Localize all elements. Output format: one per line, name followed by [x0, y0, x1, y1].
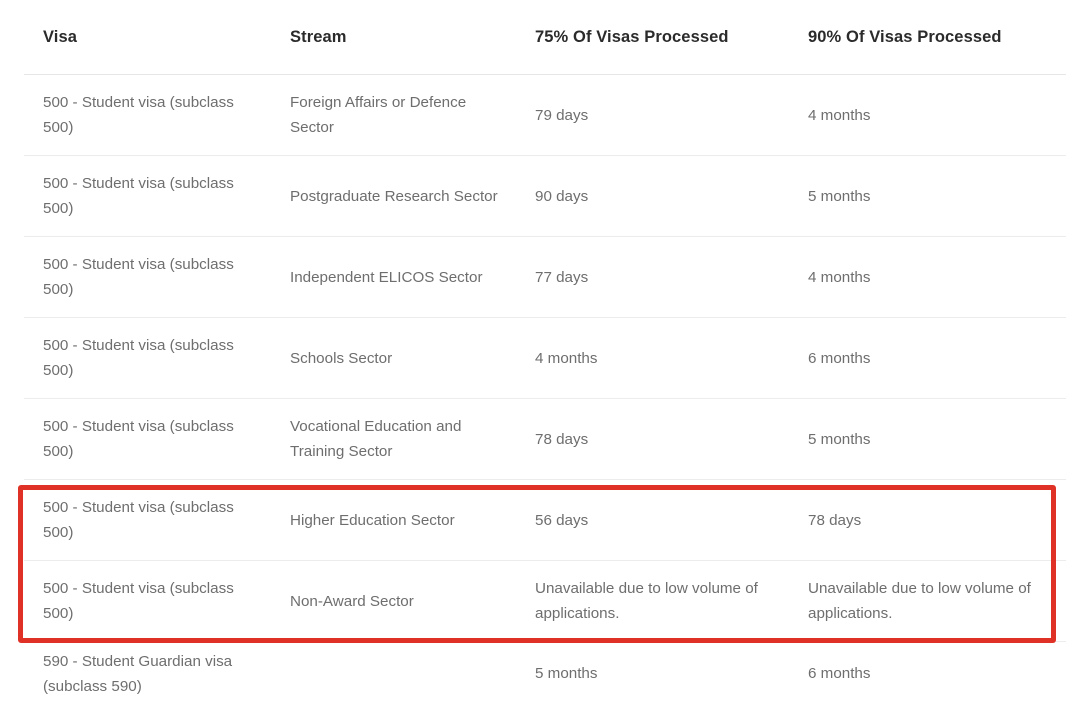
- cell-p75: 90 days: [516, 155, 789, 237]
- cell-p90-text: 5 months: [808, 430, 871, 448]
- cell-stream-text: Higher Education Sector: [290, 511, 455, 529]
- cell-p90: 78 days: [789, 479, 1066, 561]
- cell-p75-text: 79 days: [535, 106, 589, 124]
- cell-stream-text: Non-Award Sector: [290, 592, 414, 610]
- cell-visa: 500 - Student visa (subclass 500): [24, 236, 271, 318]
- cell-visa-text: 500 - Student visa (subclass 500): [43, 499, 234, 541]
- cell-visa: 500 - Student visa (subclass 500): [24, 317, 271, 399]
- cell-p90: Unavailable due to low volume of applica…: [789, 560, 1066, 642]
- cell-p75: 79 days: [516, 74, 789, 156]
- cell-p90: 5 months: [789, 398, 1066, 480]
- cell-p75: 4 months: [516, 317, 789, 399]
- cell-visa-text: 590 - Student Guardian visa (subclass 59…: [43, 652, 233, 695]
- column-header-stream[interactable]: Stream: [271, 0, 516, 75]
- column-header-p75[interactable]: 75% Of Visas Processed: [516, 0, 789, 75]
- table-row: 590 - Student Guardian visa (subclass 59…: [24, 642, 1066, 706]
- cell-stream: Postgraduate Research Sector: [271, 155, 516, 237]
- cell-visa: 500 - Student visa (subclass 500): [24, 74, 271, 156]
- table-row: 500 - Student visa (subclass 500) Indepe…: [24, 236, 1066, 318]
- cell-visa: 590 - Student Guardian visa (subclass 59…: [24, 642, 271, 706]
- cell-visa-text: 500 - Student visa (subclass 500): [43, 94, 234, 136]
- cell-p90-text: 4 months: [808, 106, 871, 124]
- cell-p75: 5 months: [516, 642, 789, 706]
- cell-stream: Higher Education Sector: [271, 479, 516, 561]
- table-row: 500 - Student visa (subclass 500) Postgr…: [24, 155, 1066, 237]
- cell-p75: 77 days: [516, 236, 789, 318]
- cell-visa: 500 - Student visa (subclass 500): [24, 560, 271, 642]
- cell-p90-text: 78 days: [808, 511, 862, 529]
- cell-visa-text: 500 - Student visa (subclass 500): [43, 418, 234, 460]
- table-row: 500 - Student visa (subclass 500) Vocati…: [24, 398, 1066, 480]
- cell-stream-text: Vocational Education and Training Sector: [290, 418, 462, 460]
- cell-visa-text: 500 - Student visa (subclass 500): [43, 337, 234, 379]
- page-root: Visa Stream 75% Of Visas Processed 90% O…: [0, 0, 1080, 707]
- table-row: 500 - Student visa (subclass 500) School…: [24, 317, 1066, 399]
- cell-stream: Vocational Education and Training Sector: [271, 398, 516, 480]
- cell-p75: 78 days: [516, 398, 789, 480]
- cell-stream-text: Foreign Affairs or Defence Sector: [290, 94, 467, 136]
- cell-stream-text: Schools Sector: [290, 349, 393, 367]
- cell-p90-text: 6 months: [808, 349, 871, 367]
- visa-processing-times-table: Visa Stream 75% Of Visas Processed 90% O…: [24, 0, 1066, 706]
- cell-p75-text: 90 days: [535, 187, 589, 205]
- column-header-p90[interactable]: 90% Of Visas Processed: [789, 0, 1066, 75]
- cell-stream: Non-Award Sector: [271, 560, 516, 642]
- cell-p90: 6 months: [789, 317, 1066, 399]
- cell-stream: Foreign Affairs or Defence Sector: [271, 74, 516, 156]
- cell-visa: 500 - Student visa (subclass 500): [24, 398, 271, 480]
- cell-stream-text: Postgraduate Research Sector: [290, 187, 498, 205]
- cell-visa: 500 - Student visa (subclass 500): [24, 479, 271, 561]
- cell-p75-text: 77 days: [535, 268, 589, 286]
- cell-p90-text: 4 months: [808, 268, 871, 286]
- cell-p90-text: Unavailable due to low volume of applica…: [808, 580, 1031, 622]
- table-header-row: Visa Stream 75% Of Visas Processed 90% O…: [24, 0, 1066, 75]
- cell-stream: [271, 642, 516, 706]
- cell-visa: 500 - Student visa (subclass 500): [24, 155, 271, 237]
- cell-stream: Schools Sector: [271, 317, 516, 399]
- table-row-highlighted: 500 - Student visa (subclass 500) Higher…: [24, 479, 1066, 561]
- cell-p75-text: 56 days: [535, 511, 589, 529]
- cell-p90-text: 6 months: [808, 665, 871, 683]
- cell-p90-text: 5 months: [808, 187, 871, 205]
- cell-p75: Unavailable due to low volume of applica…: [516, 560, 789, 642]
- cell-p90: 4 months: [789, 236, 1066, 318]
- cell-p90: 4 months: [789, 74, 1066, 156]
- table-body: 500 - Student visa (subclass 500) Foreig…: [24, 74, 1066, 706]
- cell-stream-text: Independent ELICOS Sector: [290, 268, 483, 286]
- cell-p90: 6 months: [789, 642, 1066, 706]
- cell-p75-text: 5 months: [535, 665, 598, 683]
- table-header: Visa Stream 75% Of Visas Processed 90% O…: [24, 0, 1066, 75]
- cell-visa-text: 500 - Student visa (subclass 500): [43, 580, 234, 622]
- cell-stream: Independent ELICOS Sector: [271, 236, 516, 318]
- cell-visa-text: 500 - Student visa (subclass 500): [43, 256, 234, 298]
- table-container: Visa Stream 75% Of Visas Processed 90% O…: [24, 0, 1066, 706]
- table-row: 500 - Student visa (subclass 500) Foreig…: [24, 74, 1066, 156]
- cell-visa-text: 500 - Student visa (subclass 500): [43, 175, 234, 217]
- cell-p90: 5 months: [789, 155, 1066, 237]
- column-header-visa[interactable]: Visa: [24, 0, 271, 75]
- cell-p75-text: Unavailable due to low volume of applica…: [535, 580, 758, 622]
- cell-p75: 56 days: [516, 479, 789, 561]
- table-row-highlighted: 500 - Student visa (subclass 500) Non-Aw…: [24, 560, 1066, 642]
- cell-p75-text: 4 months: [535, 349, 598, 367]
- cell-p75-text: 78 days: [535, 430, 589, 448]
